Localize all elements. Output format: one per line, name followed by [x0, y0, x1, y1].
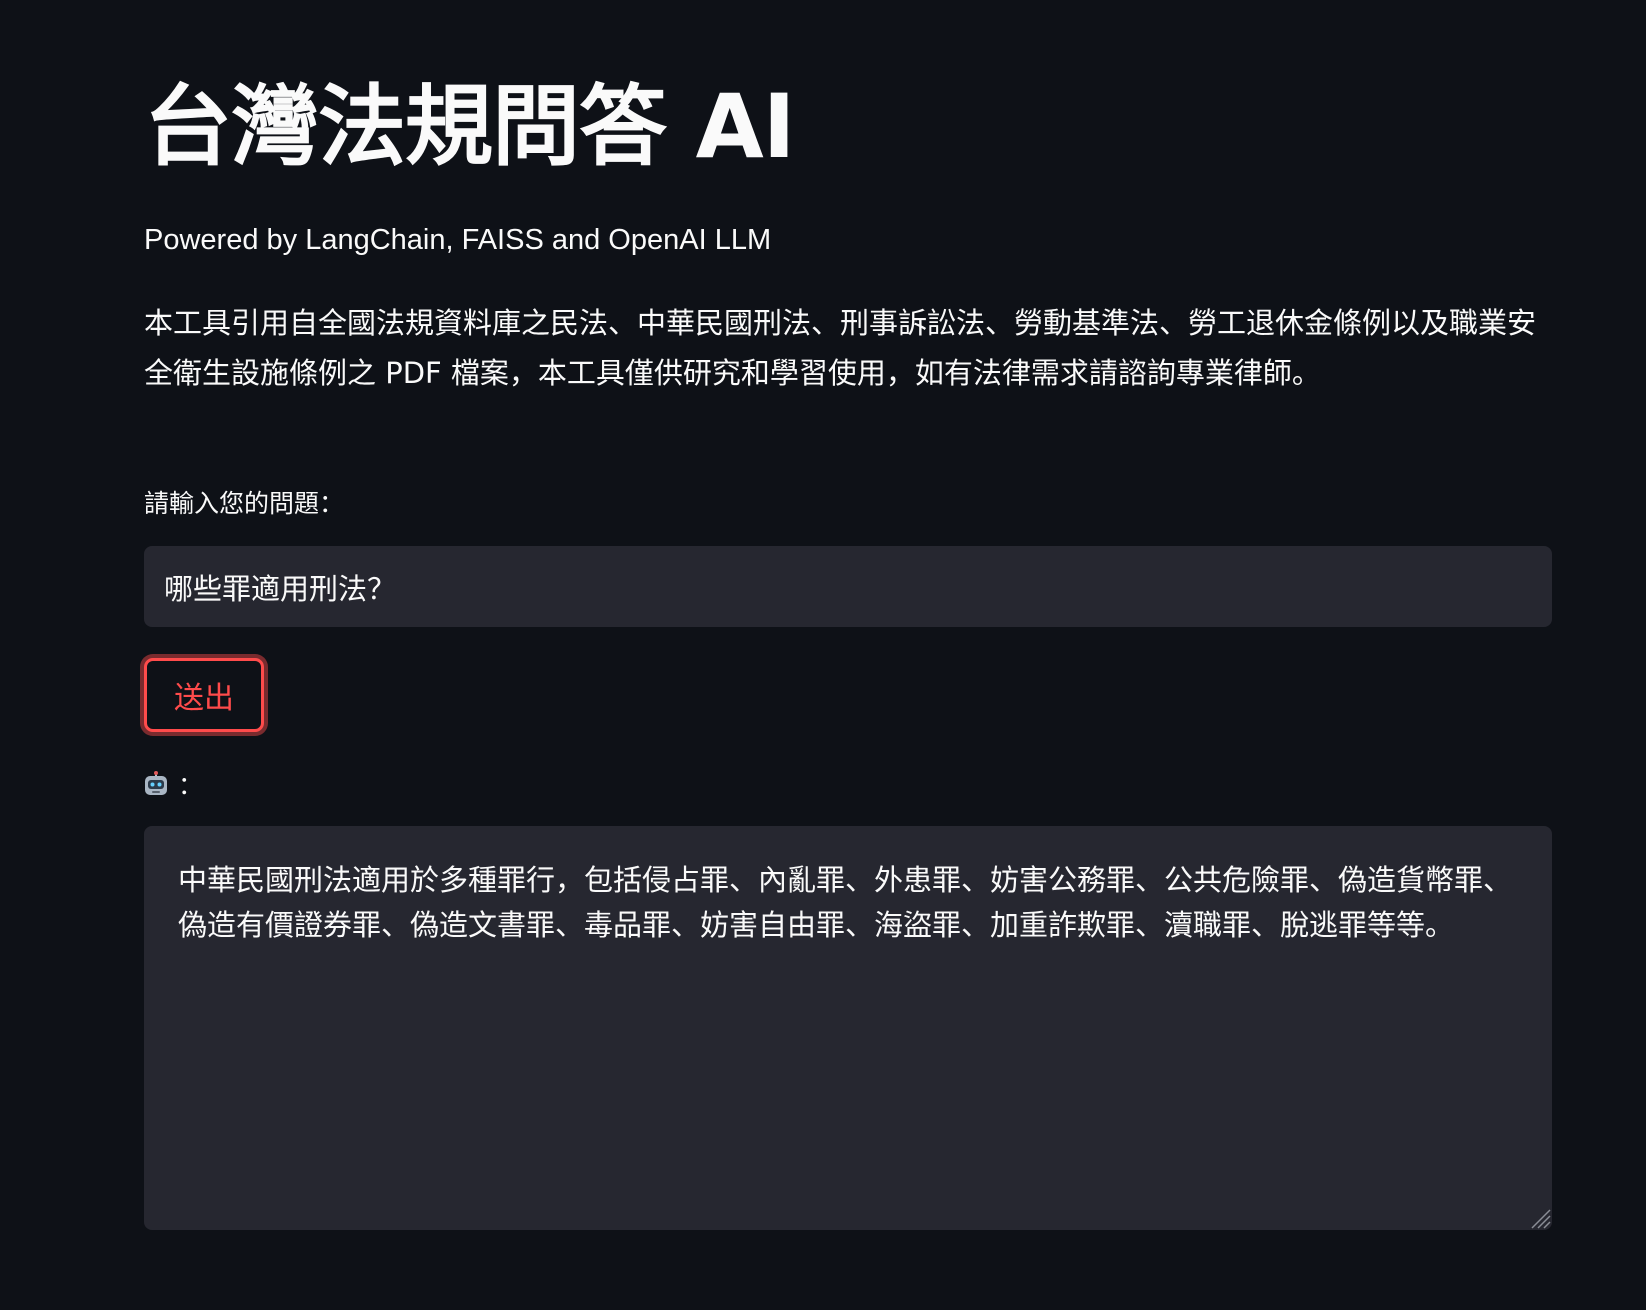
page-title: 台灣法規問答 AI	[144, 75, 795, 178]
answer-container: 中華民國刑法適用於多種罪行，包括侵占罪、內亂罪、外患罪、妨害公務罪、公共危險罪、…	[144, 826, 1552, 1230]
question-label: 請輸入您的問題：	[144, 489, 345, 518]
description-text: 本工具引用自全國法規資料庫之民法、中華民國刑法、刑事訴訟法、勞動基準法、勞工退休…	[144, 306, 1537, 390]
robot-icon	[145, 771, 167, 795]
submit-button[interactable]: 送出	[144, 658, 264, 732]
resize-handle-icon[interactable]	[1526, 1204, 1552, 1230]
subtitle: Powered by LangChain, FAISS and OpenAI L…	[144, 224, 772, 256]
answer-label: ：	[144, 766, 203, 802]
answer-textarea[interactable]: 中華民國刑法適用於多種罪行，包括侵占罪、內亂罪、外患罪、妨害公務罪、公共危險罪、…	[144, 826, 1552, 1230]
answer-label-text: ：	[178, 771, 204, 800]
question-input[interactable]	[144, 546, 1552, 627]
